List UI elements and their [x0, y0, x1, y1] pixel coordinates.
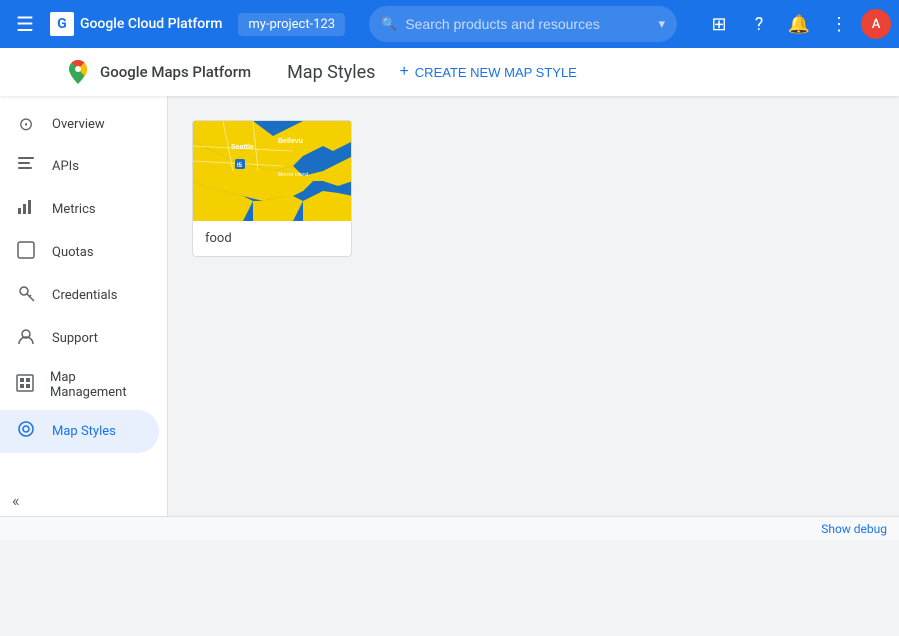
subheader-logo: Google Maps Platform [64, 58, 251, 86]
sidebar-item-overview[interactable]: ⊙ Overview [0, 104, 159, 145]
search-dropdown-icon[interactable]: ▾ [658, 17, 665, 32]
subheader: Google Maps Platform Map Styles + CREATE… [0, 48, 899, 96]
overview-icon: ⊙ [16, 114, 36, 135]
create-button-label: CREATE NEW MAP STYLE [415, 65, 577, 80]
svg-text:I5: I5 [237, 163, 243, 169]
menu-icon[interactable]: ☰ [8, 8, 42, 40]
search-icon: 🔍 [381, 17, 397, 32]
map-management-icon [16, 374, 34, 397]
project-selector[interactable]: my-project-123 [238, 13, 345, 36]
search-input[interactable] [405, 16, 650, 32]
map-style-label-food: food [193, 221, 351, 256]
sidebar-item-credentials[interactable]: Credentials [0, 274, 159, 317]
credentials-icon [16, 284, 36, 307]
create-icon: + [399, 63, 408, 81]
sidebar-label-map-styles: Map Styles [52, 424, 116, 439]
sidebar-item-map-styles[interactable]: Map Styles [0, 410, 159, 453]
collapse-icon: « [12, 491, 20, 510]
search-bar[interactable]: 🔍 ▾ [369, 6, 677, 42]
map-thumbnail-food: Seattle Bellevu I5 Mercer Island [193, 121, 352, 221]
map-style-card-food[interactable]: Seattle Bellevu I5 Mercer Island food [192, 120, 352, 257]
sidebar-label-support: Support [52, 331, 98, 346]
help-icon-btn[interactable]: ? [741, 6, 777, 42]
sidebar-item-support[interactable]: Support [0, 317, 159, 360]
svg-text:Seattle: Seattle [231, 144, 254, 151]
avatar[interactable]: A [861, 9, 891, 39]
main-layout: ⊙ Overview APIs Metrics Quotas Credent [0, 96, 899, 540]
sidebar-label-map-management: Map Management [50, 370, 143, 400]
map-thumbnail-svg: Seattle Bellevu I5 Mercer Island [193, 121, 352, 221]
create-new-map-style-button[interactable]: + CREATE NEW MAP STYLE [391, 57, 584, 87]
bottom-bar: Show debug [0, 516, 899, 540]
sidebar: ⊙ Overview APIs Metrics Quotas Credent [0, 96, 168, 540]
page-title: Map Styles [287, 62, 375, 83]
sidebar-label-quotas: Quotas [52, 245, 94, 260]
svg-text:Mercer Island: Mercer Island [278, 172, 309, 178]
sidebar-label-overview: Overview [52, 117, 105, 132]
apis-icon [16, 155, 36, 178]
map-styles-grid: Seattle Bellevu I5 Mercer Island food [192, 120, 875, 257]
app-title: Google Cloud Platform [80, 16, 222, 32]
app-logo: G Google Cloud Platform [50, 12, 222, 36]
maps-logo [64, 58, 92, 86]
show-debug-link[interactable]: Show debug [821, 522, 887, 536]
sidebar-label-apis: APIs [52, 159, 79, 174]
more-icon-btn[interactable]: ⋮ [821, 6, 857, 42]
subheader-title: Google Maps Platform [100, 63, 251, 81]
sidebar-item-apis[interactable]: APIs [0, 145, 159, 188]
content-area: Seattle Bellevu I5 Mercer Island food [168, 96, 899, 540]
sidebar-item-metrics[interactable]: Metrics [0, 188, 159, 231]
topbar-icons: ⊞ ? 🔔 ⋮ A [701, 6, 891, 42]
grid-icon-btn[interactable]: ⊞ [701, 6, 737, 42]
topbar: ☰ G Google Cloud Platform my-project-123… [0, 0, 899, 48]
notifications-icon-btn[interactable]: 🔔 [781, 6, 817, 42]
support-icon [16, 327, 36, 350]
metrics-icon [16, 198, 36, 221]
sidebar-item-map-management[interactable]: Map Management [0, 360, 159, 410]
sidebar-label-metrics: Metrics [52, 202, 96, 217]
sidebar-item-quotas[interactable]: Quotas [0, 231, 159, 274]
svg-text:Bellevu: Bellevu [278, 138, 303, 145]
sidebar-label-credentials: Credentials [52, 288, 117, 303]
map-styles-icon [16, 420, 36, 443]
sidebar-collapse-button[interactable]: « [12, 491, 20, 510]
gcp-logo-icon: G [50, 12, 74, 36]
quotas-icon [16, 241, 36, 264]
